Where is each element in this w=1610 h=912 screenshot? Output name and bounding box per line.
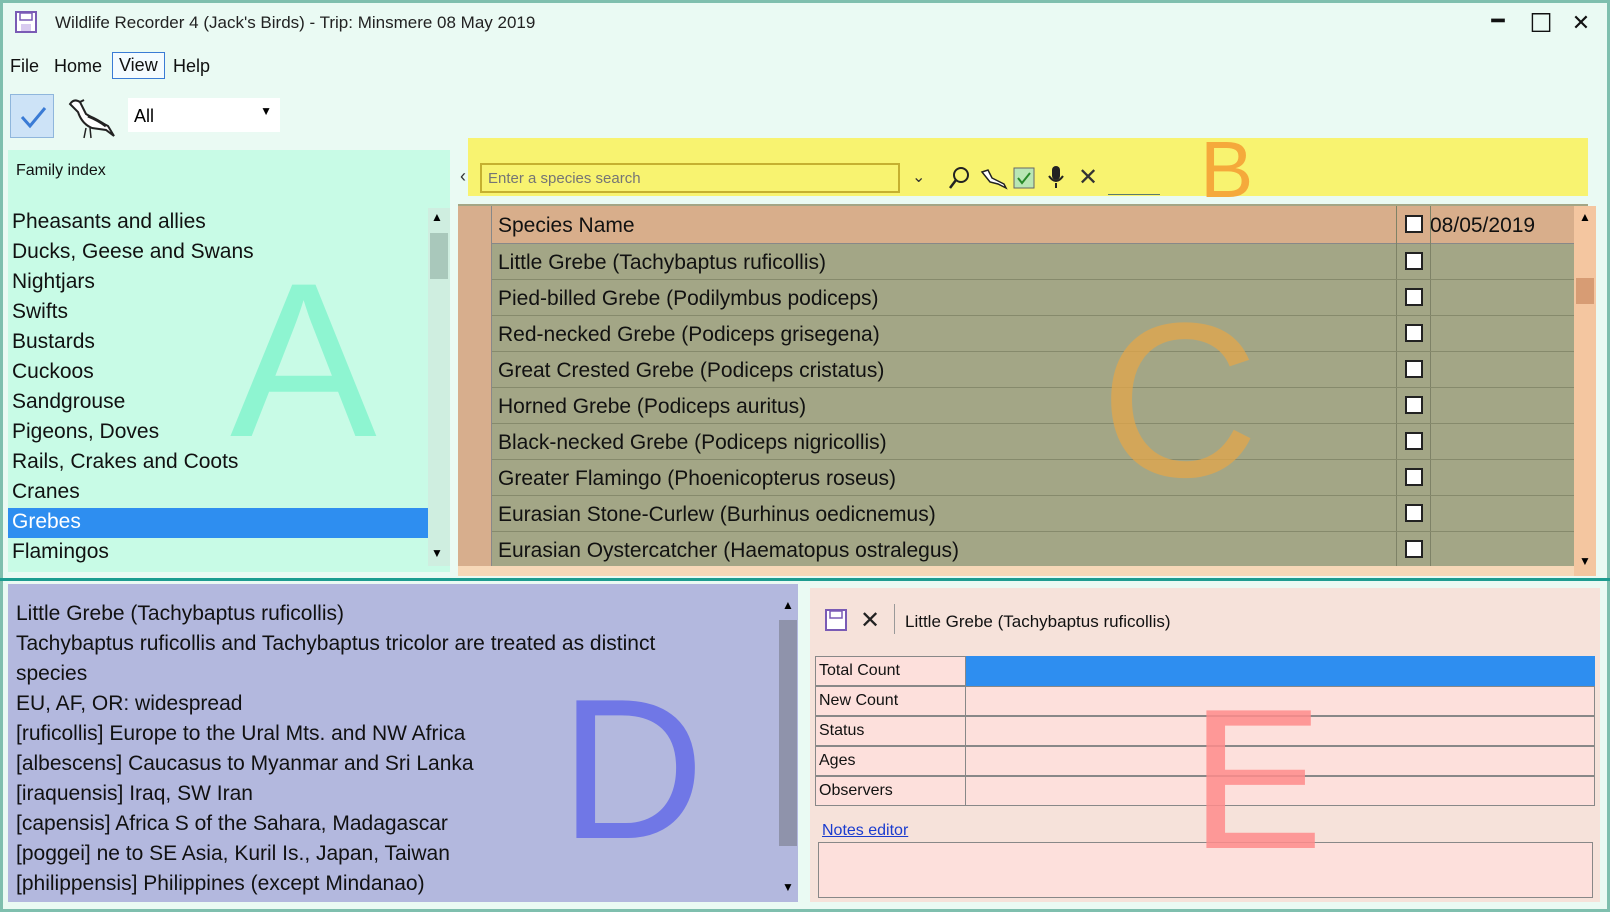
species-name-cell: Little Grebe (Tachybaptus ruficollis)	[498, 251, 826, 274]
family-item[interactable]: Pheasants and allies	[8, 208, 428, 238]
minimize-button[interactable]: ━	[1483, 6, 1513, 36]
discard-icon[interactable]: ✕	[860, 606, 880, 635]
species-checkbox[interactable]	[1405, 504, 1423, 522]
property-name: Observers	[819, 782, 893, 799]
menu-file[interactable]: File	[4, 54, 45, 79]
notes-editor-link[interactable]: Notes editor	[822, 822, 908, 840]
species-checkbox[interactable]	[1405, 468, 1423, 486]
checked-filter-icon[interactable]	[1012, 166, 1036, 190]
window-title: Wildlife Recorder 4 (Jack's Birds) - Tri…	[55, 13, 536, 32]
editor-species-title: Little Grebe (Tachybaptus ruficollis)	[905, 612, 1171, 631]
species-name-cell: Pied-billed Grebe (Podilymbus podiceps)	[498, 287, 879, 310]
panel-label-e: E	[1190, 668, 1324, 891]
scroll-down-icon[interactable]: ▼	[1579, 554, 1591, 568]
filter-value: All	[134, 106, 155, 126]
search-icon[interactable]	[948, 166, 970, 190]
header-row-selector[interactable]	[458, 206, 492, 244]
splitter[interactable]	[0, 578, 1610, 581]
row-selector[interactable]	[458, 280, 492, 316]
scroll-thumb[interactable]	[1576, 278, 1594, 304]
species-checkbox[interactable]	[1405, 360, 1423, 378]
species-name-cell: Black-necked Grebe (Podiceps nigricollis…	[498, 431, 887, 454]
search-history-chevron-icon[interactable]: ⌄	[912, 167, 925, 187]
row-selector[interactable]	[458, 352, 492, 388]
species-info-line: species	[16, 662, 88, 685]
species-table-scrollbar[interactable]: ▲ ▼	[1574, 206, 1596, 576]
date-column-header[interactable]: 08/05/2019	[1430, 214, 1535, 238]
species-checkbox[interactable]	[1405, 324, 1423, 342]
species-checkbox[interactable]	[1405, 540, 1423, 558]
collapse-left-icon[interactable]: ‹	[460, 166, 466, 187]
family-index-header: Family index	[16, 162, 106, 179]
search-underline	[1108, 194, 1160, 195]
species-info-line: [iraquensis] Iraq, SW Iran	[16, 782, 253, 805]
species-name-cell: Greater Flamingo (Phoenicopterus roseus)	[498, 467, 897, 490]
scroll-down-icon[interactable]: ▼	[431, 546, 443, 560]
property-name: Status	[819, 722, 865, 739]
panel-label-d: D	[560, 658, 705, 881]
scroll-up-icon[interactable]: ▲	[431, 210, 443, 224]
species-info-line: [capensis] Africa S of the Sahara, Madag…	[16, 812, 448, 835]
species-name-cell: Great Crested Grebe (Podiceps cristatus)	[498, 359, 885, 382]
scroll-up-icon[interactable]: ▲	[1579, 210, 1591, 224]
maximize-button[interactable]: ☐	[1526, 8, 1556, 38]
scroll-down-icon[interactable]: ▼	[782, 880, 794, 894]
close-button[interactable]: ✕	[1566, 8, 1596, 38]
scroll-thumb[interactable]	[779, 620, 797, 846]
panel-label-c: C	[1100, 277, 1259, 523]
panel-label-a: A	[230, 237, 377, 483]
toolbar-separator	[894, 604, 895, 634]
family-list-scrollbar[interactable]: ▲ ▼	[428, 208, 450, 566]
menu-view[interactable]: View	[112, 52, 165, 79]
checklist-toggle-button[interactable]	[10, 94, 54, 138]
family-item[interactable]: Grebes	[8, 508, 428, 538]
species-info-line: Little Grebe (Tachybaptus ruficollis)	[16, 602, 344, 625]
row-selector[interactable]	[458, 532, 492, 568]
filter-dropdown[interactable]: All ▼	[128, 98, 280, 132]
family-item[interactable]: Flamingos	[8, 538, 428, 568]
bird-search-icon[interactable]	[980, 166, 1008, 190]
row-selector[interactable]	[458, 388, 492, 424]
species-info-line: [ruficollis] Europe to the Ural Mts. and…	[16, 722, 466, 745]
menu-help[interactable]: Help	[167, 54, 216, 79]
property-name: New Count	[819, 692, 899, 709]
save-icon[interactable]	[824, 608, 848, 632]
species-info-line: EU, AF, OR: widespread	[16, 692, 243, 715]
row-selector[interactable]	[458, 316, 492, 352]
menu-home[interactable]: Home	[48, 54, 108, 79]
species-info-line: [philippensis] Philippines (except Minda…	[16, 872, 425, 895]
row-selector[interactable]	[458, 496, 492, 532]
row-selector[interactable]	[458, 244, 492, 280]
scroll-up-icon[interactable]: ▲	[782, 598, 794, 612]
species-info-line: Tachybaptus ruficollis and Tachybaptus t…	[16, 632, 656, 655]
microphone-icon[interactable]	[1046, 164, 1066, 190]
species-name-column-header[interactable]: Species Name	[498, 214, 635, 238]
species-name-cell: Horned Grebe (Podiceps auritus)	[498, 395, 807, 418]
menu-bar	[3, 46, 1607, 84]
row-selector[interactable]	[458, 424, 492, 460]
species-name-cell: Eurasian Stone-Curlew (Burhinus oedicnem…	[498, 503, 936, 526]
species-checkbox[interactable]	[1405, 432, 1423, 450]
species-name-cell: Red-necked Grebe (Podiceps grisegena)	[498, 323, 880, 346]
species-checkbox[interactable]	[1405, 252, 1423, 270]
clear-search-icon[interactable]: ✕	[1078, 163, 1098, 192]
bird-icon[interactable]	[64, 92, 118, 142]
species-search-input[interactable]	[480, 163, 900, 193]
scroll-thumb[interactable]	[430, 233, 448, 279]
panel-label-b: B	[1200, 125, 1254, 214]
next-row-partial	[458, 566, 1574, 576]
species-info-line: [poggei] ne to SE Asia, Kuril Is., Japan…	[16, 842, 450, 865]
checkmark-icon	[20, 107, 47, 129]
property-name: Ages	[819, 752, 856, 769]
row-selector[interactable]	[458, 460, 492, 496]
species-info-line: [albescens] Caucasus to Myanmar and Sri …	[16, 752, 474, 775]
species-checkbox[interactable]	[1405, 288, 1423, 306]
species-checkbox[interactable]	[1405, 396, 1423, 414]
species-info-scrollbar[interactable]: ▲ ▼	[778, 594, 798, 898]
chevron-down-icon: ▼	[260, 104, 272, 118]
header-checkbox[interactable]	[1405, 215, 1423, 233]
property-name: Total Count	[819, 662, 900, 679]
app-save-icon	[15, 11, 37, 33]
species-name-cell: Eurasian Oystercatcher (Haematopus ostra…	[498, 539, 960, 562]
